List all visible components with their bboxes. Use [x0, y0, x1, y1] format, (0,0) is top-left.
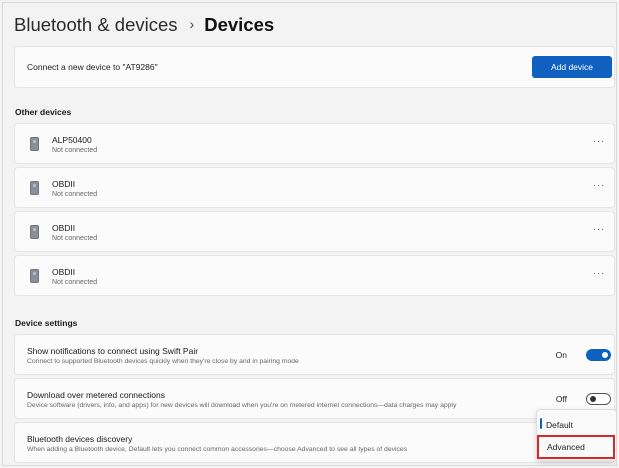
setting-description: Connect to supported Bluetooth devices q…: [27, 358, 299, 365]
device-icon: [30, 137, 39, 151]
setting-description: When adding a Bluetooth device, Default …: [27, 446, 408, 453]
page-title: Devices: [204, 14, 275, 35]
connect-device-text: Connect a new device to "AT9286": [27, 62, 158, 72]
breadcrumb-parent[interactable]: Bluetooth & devices: [14, 14, 178, 36]
swift-pair-toggle[interactable]: [586, 349, 611, 361]
device-status: Not connected: [52, 235, 98, 242]
setting-description: Device software (drivers, info, and apps…: [27, 402, 457, 409]
breadcrumb: Bluetooth & devices › Devices: [14, 12, 274, 38]
more-options-icon[interactable]: ···: [593, 180, 605, 190]
option-label: Advanced: [547, 442, 585, 452]
more-options-icon[interactable]: ···: [593, 268, 605, 278]
device-item[interactable]: OBDII Not connected ···: [14, 167, 615, 208]
device-icon: [30, 269, 39, 283]
discovery-dropdown-menu: Default Advanced: [536, 409, 616, 461]
more-options-icon[interactable]: ···: [593, 224, 605, 234]
selected-indicator: [540, 418, 542, 429]
dropdown-option-default[interactable]: Default: [537, 413, 616, 435]
device-status: Not connected: [52, 191, 98, 198]
option-label: Default: [546, 420, 573, 430]
dropdown-option-advanced[interactable]: Advanced: [537, 435, 615, 459]
chevron-right-icon: ›: [189, 16, 195, 32]
device-item[interactable]: OBDII Not connected ···: [14, 255, 615, 296]
setting-title: Bluetooth devices discovery: [27, 434, 133, 444]
device-status: Not connected: [52, 147, 98, 154]
device-settings-heading: Device settings: [15, 318, 78, 328]
device-name: OBDII: [52, 223, 76, 233]
device-status: Not connected: [52, 279, 98, 286]
swift-pair-setting: Show notifications to connect using Swif…: [14, 334, 615, 375]
connect-device-card: Connect a new device to "AT9286" Add dev…: [14, 46, 615, 88]
discovery-setting: Bluetooth devices discovery When adding …: [14, 422, 615, 463]
device-item[interactable]: OBDII Not connected ···: [14, 211, 615, 252]
setting-title: Show notifications to connect using Swif…: [27, 346, 199, 356]
device-name: ALP50400: [52, 135, 92, 145]
metered-download-setting: Download over metered connections Device…: [14, 378, 615, 419]
device-icon: [30, 181, 39, 195]
settings-window: Bluetooth & devices › Devices Connect a …: [2, 2, 617, 466]
toggle-state-label: Off: [555, 394, 567, 404]
device-item[interactable]: ALP50400 Not connected ···: [14, 123, 615, 164]
setting-title: Download over metered connections: [27, 390, 165, 400]
other-devices-heading: Other devices: [15, 107, 72, 117]
device-name: OBDII: [52, 267, 76, 277]
metered-download-toggle[interactable]: [586, 393, 611, 405]
toggle-state-label: On: [555, 350, 567, 360]
device-name: OBDII: [52, 179, 76, 189]
more-options-icon[interactable]: ···: [593, 136, 605, 146]
add-device-button[interactable]: Add device: [532, 56, 612, 78]
device-icon: [30, 225, 39, 239]
